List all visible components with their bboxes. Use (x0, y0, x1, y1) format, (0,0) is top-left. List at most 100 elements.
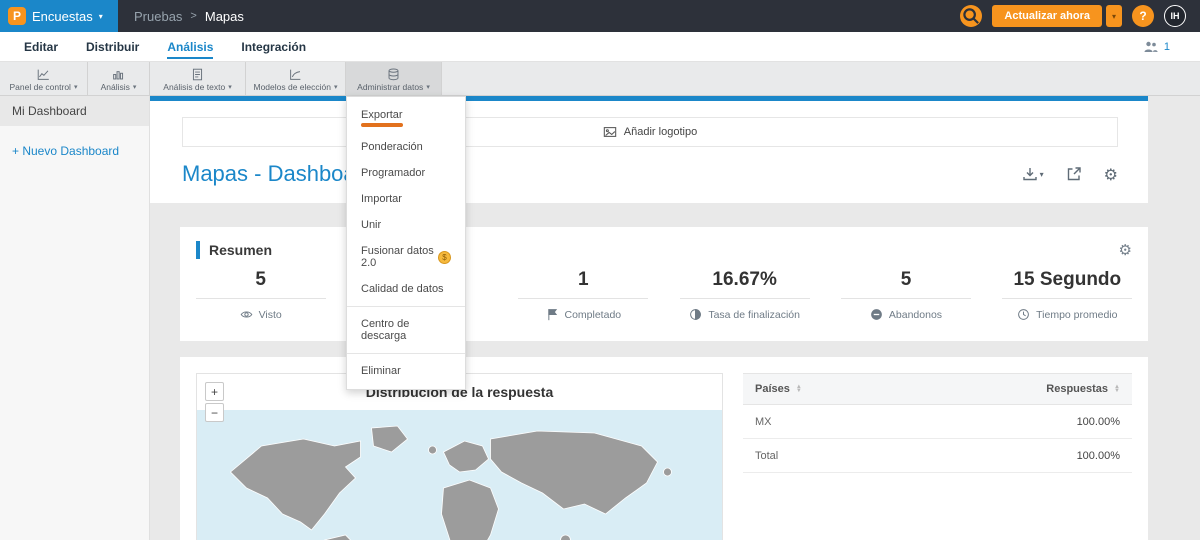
eye-icon (240, 311, 252, 318)
stat-divider (518, 298, 649, 299)
map-zoom-controls: + − (205, 382, 224, 422)
menu-item-eliminar[interactable]: Eliminar (347, 358, 465, 384)
responses-table: Países ▲ ▼ Respuestas ▲ ▼ MX 100.00% Tota (743, 373, 1132, 540)
gear-icon: ⚙ (1118, 241, 1132, 259)
coin-icon: $ (438, 250, 451, 264)
menu-item-integracion[interactable]: Integración (241, 35, 306, 59)
stats-row: 5 Visto 1 Completado 16.67% Tasa de fina… (180, 259, 1148, 341)
minus-circle-icon (871, 309, 882, 320)
summary-card: Resumen ⚙ 5 Visto 1 Completado 16.67% Ta… (180, 227, 1148, 341)
share-button[interactable] (1066, 166, 1082, 182)
summary-header: Resumen ⚙ (180, 227, 1148, 259)
sidebar-item-nuevo-dashboard[interactable]: + Nuevo Dashboard (0, 136, 149, 166)
world-map[interactable] (197, 410, 722, 540)
accent-top-line (150, 96, 1148, 101)
flag-icon (547, 309, 557, 321)
toolbar-analisis[interactable]: Análisis ▾ (88, 62, 150, 95)
main-area: Mi Dashboard + Nuevo Dashboard Añadir lo… (0, 96, 1200, 540)
stat-tiempo-promedio: 15 Segundo Tiempo promedio (987, 269, 1148, 321)
table-row: MX 100.00% (743, 405, 1132, 439)
menu-item-centro-de-descarga[interactable]: Centro de descarga (347, 311, 465, 349)
topbar-actions: Actualizar ahora ▾ ? IH (960, 5, 1200, 27)
gear-icon: ⚙ (1103, 164, 1118, 184)
toolbar-modelos-de-eleccion[interactable]: Modelos de elección ▾ (246, 62, 346, 95)
breadcrumb-project[interactable]: Pruebas (134, 9, 182, 24)
bar-chart-icon (113, 70, 124, 79)
add-logo-label: Añadir logotipo (623, 126, 698, 138)
stat-visto: 5 Visto (180, 269, 341, 321)
menu-item-fusionar-datos[interactable]: Fusionar datos 2.0 $ (347, 238, 465, 276)
add-logo-button[interactable]: Añadir logotipo (182, 117, 1118, 147)
chevron-down-icon: ▾ (98, 11, 103, 21)
chevron-down-icon: ▾ (228, 83, 232, 91)
menu-item-exportar[interactable]: Exportar (347, 102, 465, 134)
menu-item-ponderacion[interactable]: Ponderación (347, 134, 465, 160)
menu-item-unir[interactable]: Unir (347, 212, 465, 238)
menu-item-analisis[interactable]: Análisis (167, 35, 214, 59)
breadcrumb-separator: > (190, 10, 197, 22)
summary-settings-button[interactable]: ⚙ (1119, 241, 1132, 259)
country-cell: Total (755, 449, 779, 462)
menu-bar: Editar Distribuir Análisis Integración 1 (0, 32, 1200, 62)
collaborators[interactable]: 1 (1143, 40, 1170, 54)
product-label: Encuestas (32, 8, 93, 24)
menu-divider (347, 306, 465, 307)
menu-item-programador[interactable]: Programador (347, 160, 465, 186)
accent-bar (196, 241, 200, 259)
map-panel: Distribución de la respuesta + − (196, 373, 723, 540)
download-button[interactable]: ▾ (1022, 166, 1044, 182)
column-respuestas[interactable]: Respuestas ▲ ▼ (1046, 383, 1120, 395)
sort-icon: ▲ ▼ (1114, 383, 1120, 394)
image-icon (603, 127, 617, 137)
questionpro-logo-icon: P (8, 7, 26, 25)
chevron-down-icon: ▾ (73, 83, 78, 91)
zoom-in-button[interactable]: + (205, 382, 224, 401)
stat-divider (679, 298, 810, 299)
menu-item-editar[interactable]: Editar (24, 35, 58, 59)
sidebar-item-mi-dashboard[interactable]: Mi Dashboard (0, 96, 149, 126)
analysis-toolbar: Panel de control ▾ Análisis ▾ Análisis de … (0, 62, 1200, 96)
download-icon (1022, 168, 1037, 181)
table-row: Total 100.00% (743, 439, 1132, 473)
avatar[interactable]: IH (1164, 5, 1186, 27)
choice-model-chart-icon (290, 69, 301, 80)
value-cell: 100.00% (1076, 449, 1120, 462)
search-button[interactable] (960, 5, 983, 27)
line-chart-icon (37, 69, 49, 80)
update-caret-icon[interactable]: ▾ (1106, 5, 1122, 27)
toolbar-panel-de-control[interactable]: Panel de control ▾ (0, 62, 88, 95)
title-row: Mapas - Dashboard ▾ ⚙ (150, 147, 1148, 199)
chevron-down-icon: ▾ (1039, 169, 1044, 179)
menu-item-calidad-de-datos[interactable]: Calidad de datos (347, 276, 465, 302)
breadcrumb: Pruebas > Mapas (134, 9, 244, 24)
completion-rate-icon (690, 309, 702, 320)
help-button[interactable]: ? (1132, 5, 1154, 27)
share-icon (1067, 167, 1081, 181)
breadcrumb-current: Mapas (204, 8, 244, 24)
administrar-datos-menu: Exportar Ponderación Programador Importa… (346, 96, 466, 390)
stat-divider (195, 298, 326, 299)
menu-item-distribuir[interactable]: Distribuir (86, 35, 139, 59)
zoom-out-button[interactable]: − (205, 403, 224, 422)
column-paises[interactable]: Países ▲ ▼ (755, 383, 802, 395)
chevron-down-icon: ▾ (333, 83, 338, 91)
chevron-down-icon: ▾ (132, 83, 137, 91)
stat-divider (840, 298, 971, 299)
stat-tasa-finalizacion: 16.67% Tasa de finalización (664, 269, 825, 321)
settings-button[interactable]: ⚙ (1104, 165, 1118, 184)
app-window: P Encuestas ▾ Pruebas > Mapas Actualizar… (0, 0, 1200, 540)
country-cell: MX (755, 415, 772, 428)
stat-completado: 1 Completado (503, 269, 664, 321)
table-header: Países ▲ ▼ Respuestas ▲ ▼ (743, 373, 1132, 405)
collaborators-count: 1 (1163, 40, 1170, 53)
toolbar-analisis-de-texto[interactable]: Análisis de texto ▾ (150, 62, 246, 95)
top-bar: P Encuestas ▾ Pruebas > Mapas Actualizar… (0, 0, 1200, 32)
product-switcher[interactable]: P Encuestas ▾ (0, 0, 118, 32)
dashboard-content: Añadir logotipo Mapas - Dashboard ▾ ⚙ Re… (150, 96, 1200, 540)
toolbar-administrar-datos[interactable]: Administrar datos ▾ (346, 62, 442, 95)
update-now-button[interactable]: Actualizar ahora (992, 5, 1102, 27)
title-actions: ▾ ⚙ (1022, 165, 1118, 184)
menu-divider (347, 353, 465, 354)
clock-icon (1018, 309, 1030, 320)
menu-item-importar[interactable]: Importar (347, 186, 465, 212)
